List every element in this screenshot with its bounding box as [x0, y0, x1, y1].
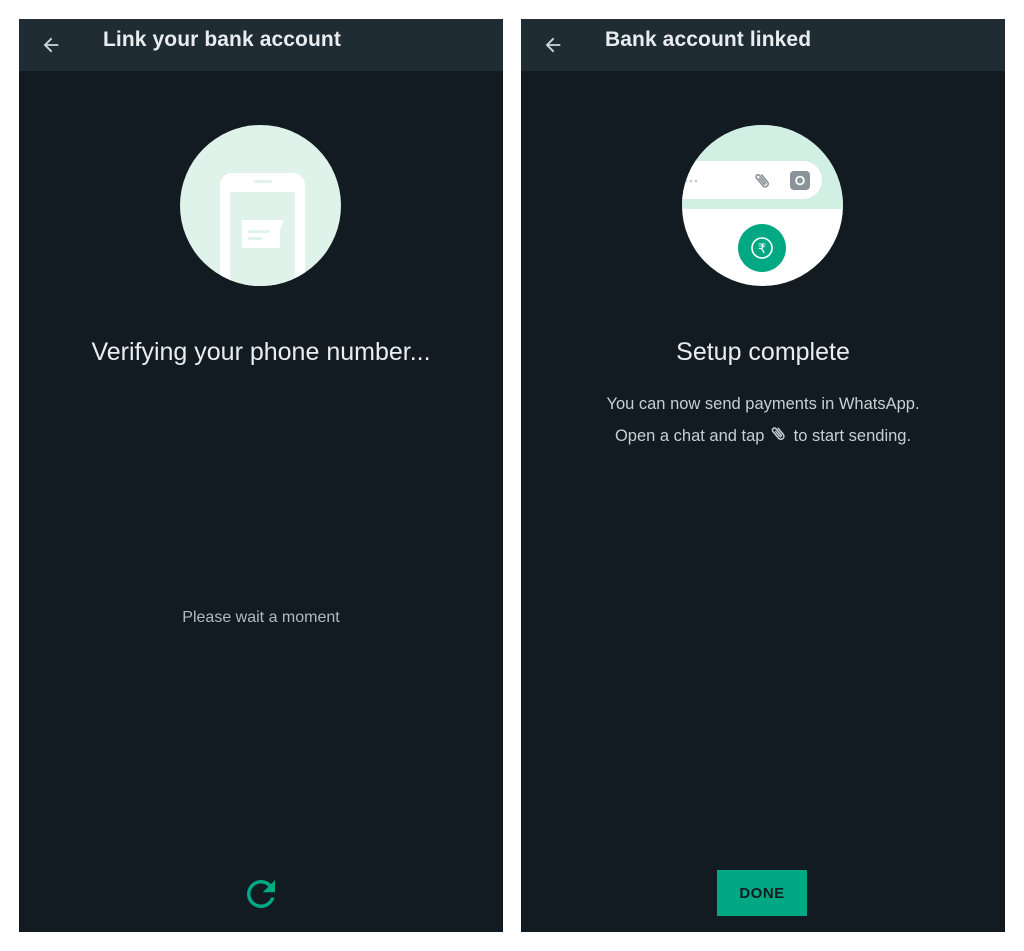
- instruction-text-start: Open a chat and tap: [614, 427, 765, 445]
- back-button[interactable]: [535, 27, 571, 63]
- refresh-button[interactable]: [239, 872, 283, 916]
- wait-message: Please wait a moment: [182, 609, 340, 626]
- done-button[interactable]: DONE: [717, 870, 807, 916]
- link-bank-account-screen: Link your bank account Verifying your ph…: [19, 19, 503, 932]
- verifying-headline: Verifying your phone number...: [91, 338, 431, 366]
- instruction-text-end: to start sending.: [793, 427, 912, 445]
- arrow-back-icon: [545, 37, 561, 53]
- arrow-back-icon: [43, 37, 59, 53]
- refresh-icon: [247, 880, 275, 908]
- send-instructions: Open a chat and tap to start sending.: [521, 425, 1005, 446]
- back-button[interactable]: [33, 27, 69, 63]
- app-bar: Bank account linked: [521, 19, 1005, 71]
- page-title: Link your bank account: [103, 28, 341, 51]
- paperclip-icon: [771, 427, 785, 441]
- setup-complete-headline: Setup complete: [676, 338, 850, 366]
- camera-icon: [790, 171, 810, 190]
- bank-account-linked-screen: Bank account linked ₹ Setup complete You…: [521, 19, 1005, 932]
- payments-description: You can now send payments in WhatsApp.: [606, 395, 920, 413]
- page-title: Bank account linked: [605, 28, 812, 51]
- rupee-symbol: ₹: [758, 242, 766, 257]
- phone-message-illustration: [180, 125, 341, 286]
- chat-input-payment-illustration: ₹: [682, 125, 843, 286]
- app-bar: Link your bank account: [19, 19, 503, 71]
